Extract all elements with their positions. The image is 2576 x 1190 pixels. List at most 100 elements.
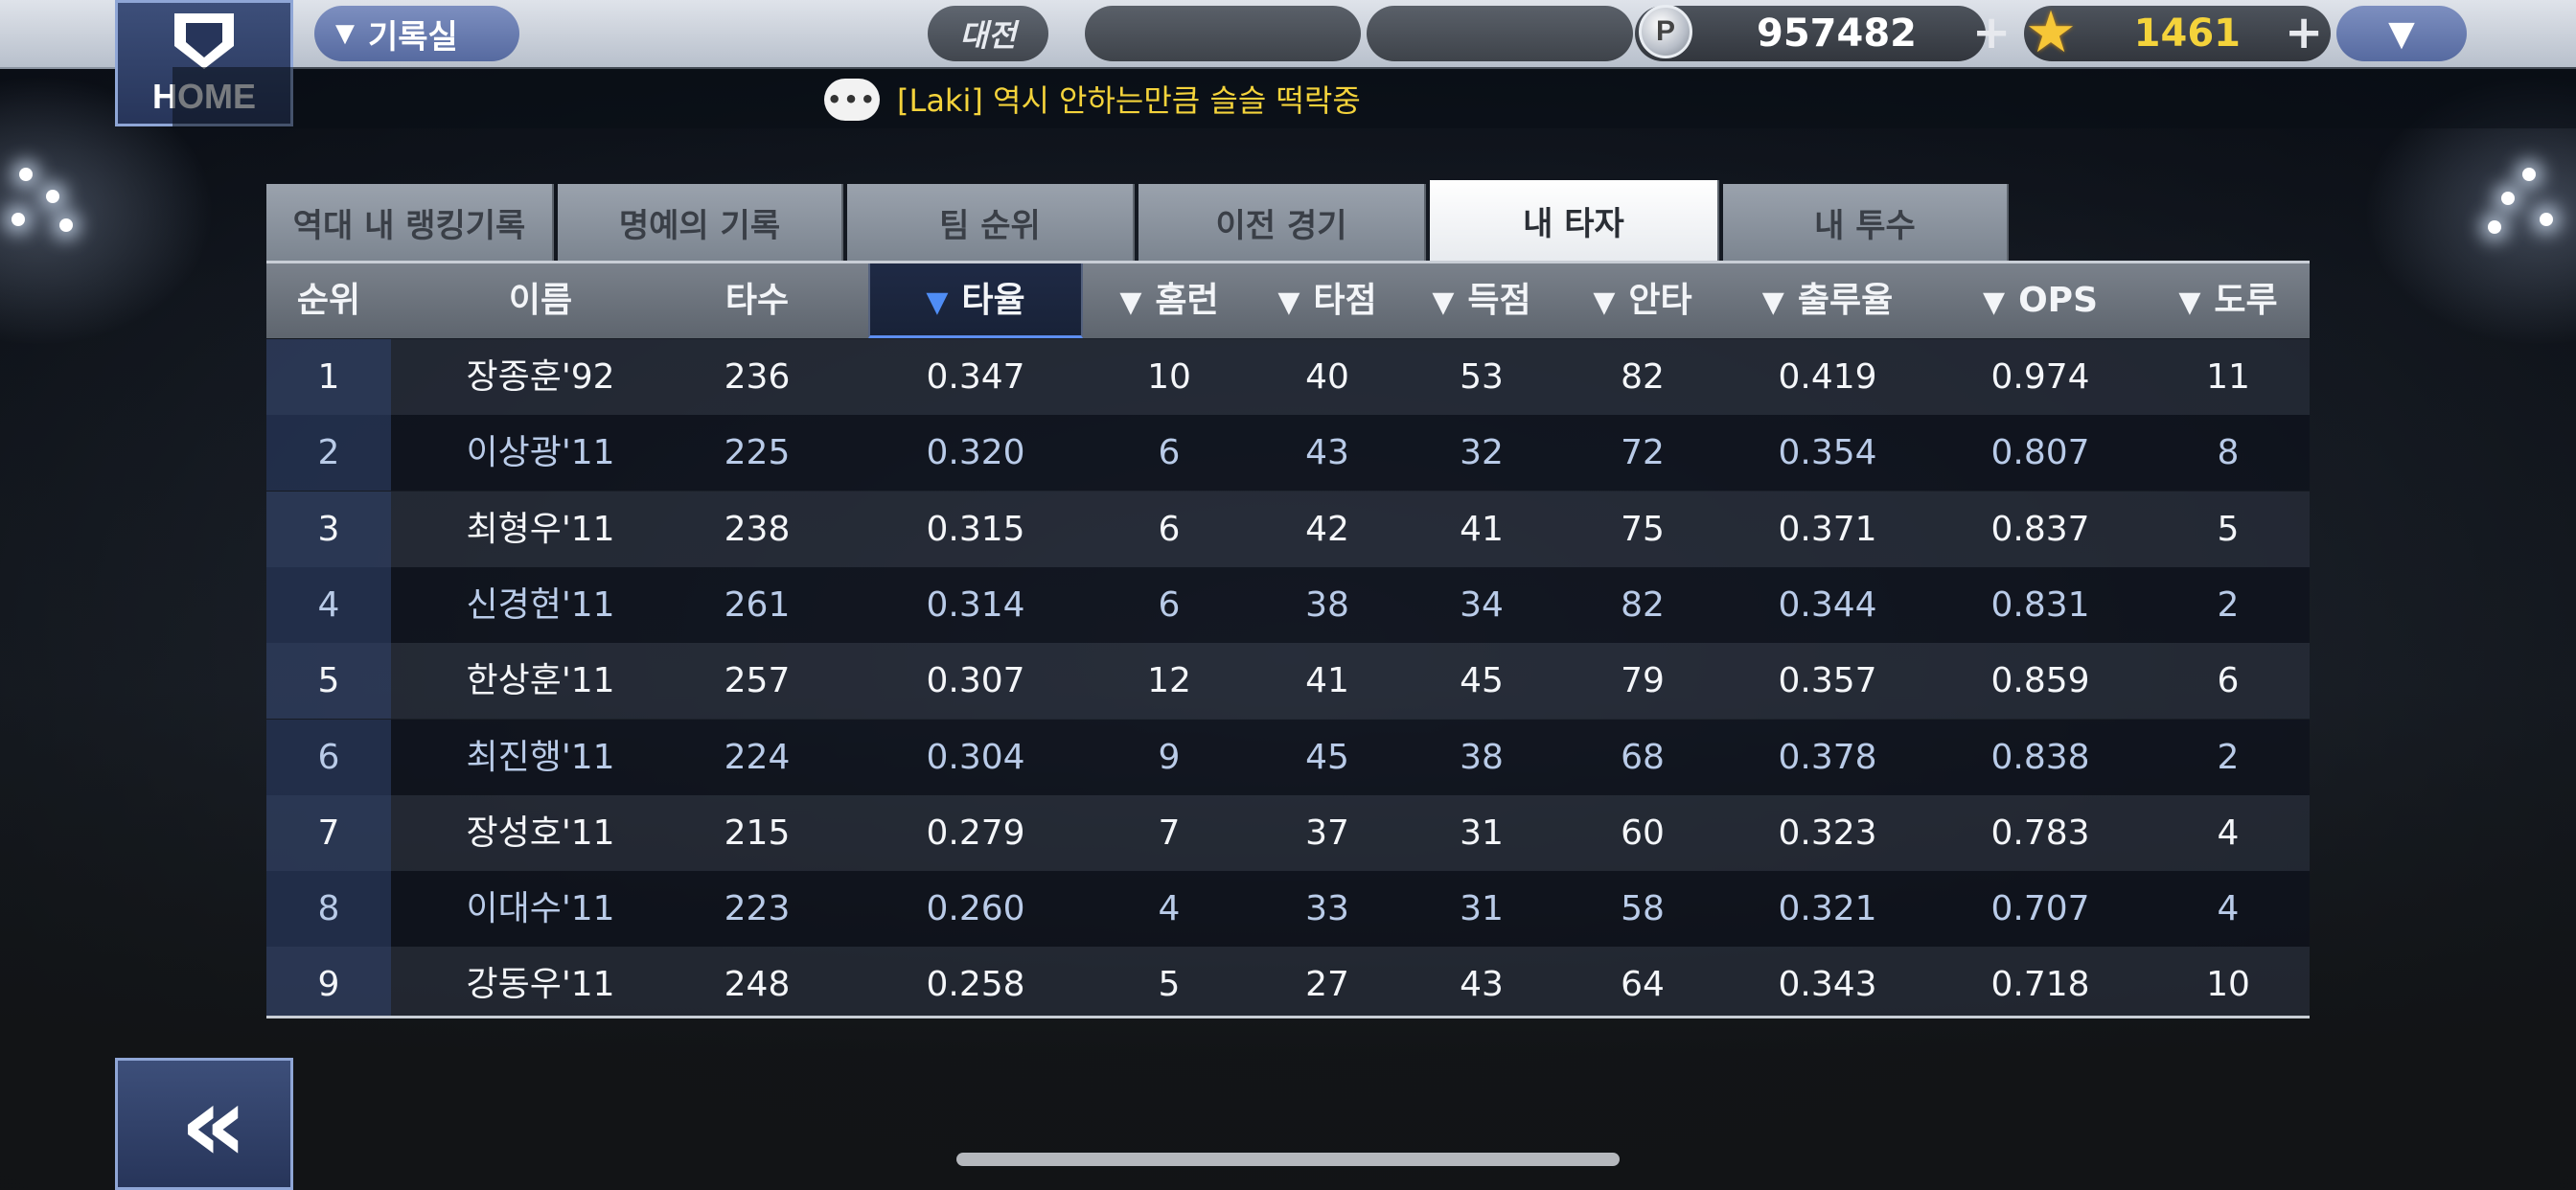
tab-all-time-ranking[interactable]: 역대 내 랭킹기록 (266, 184, 554, 261)
table-row[interactable]: 9 강동우'11 248 0.258 5 27 43 64 0.343 0.718 10 (266, 947, 2310, 1016)
cell-runs: 41 (1460, 509, 1504, 549)
cell-ops: 0.707 (1990, 889, 2090, 929)
cell-runs: 43 (1460, 965, 1504, 1005)
cell-name: 한상훈'11 (466, 661, 615, 701)
chat-bubble-icon: ••• (824, 79, 880, 121)
cell-stolen-bases: 8 (2217, 433, 2240, 473)
cell-rank: 3 (317, 509, 340, 549)
cell-hits: 72 (1621, 433, 1665, 473)
cell-name: 강동우'11 (466, 965, 615, 1005)
cell-name: 신경현'11 (466, 584, 615, 625)
sort-desc-icon: ▼ (926, 286, 949, 319)
table-row[interactable]: 1 장종훈'92 236 0.347 10 40 53 82 0.419 0.974 11 (266, 339, 2310, 415)
home-plate-icon (174, 13, 234, 69)
cell-home-runs: 10 (1147, 357, 1191, 397)
tab-hall-of-fame[interactable]: 명예의 기록 (558, 184, 843, 261)
add-points-button[interactable]: + (1972, 6, 2011, 61)
cell-rank: 6 (317, 737, 340, 777)
header-runs[interactable]: ▼ 득점 (1399, 263, 1564, 338)
cell-stolen-bases: 2 (2217, 737, 2240, 777)
cell-home-runs: 6 (1158, 433, 1181, 473)
cell-home-runs: 5 (1158, 965, 1181, 1005)
triangle-down-icon: ▼ (2388, 13, 2415, 54)
expand-dropdown-button[interactable]: ▼ (2336, 6, 2467, 61)
cell-hits: 60 (1621, 812, 1665, 853)
cell-at-bats: 215 (724, 812, 791, 853)
table-row[interactable]: 4 신경현'11 261 0.314 6 38 34 82 0.344 0.831 2 (266, 566, 2310, 643)
cell-ops: 0.837 (1990, 509, 2090, 549)
cell-rbi: 41 (1305, 661, 1349, 701)
table-row[interactable]: 8 이대수'11 223 0.260 4 33 31 58 0.321 0.707 4 (266, 871, 2310, 948)
cell-obp: 0.354 (1778, 433, 1877, 473)
double-chevron-left-icon: « (179, 1063, 247, 1185)
menu-label: 기록실 (368, 17, 458, 57)
table-row[interactable]: 6 최진행'11 224 0.304 9 45 38 68 0.378 0.838 2 (266, 719, 2310, 795)
cell-rank: 8 (317, 889, 340, 929)
cell-home-runs: 6 (1158, 584, 1181, 625)
table-row[interactable]: 5 한상훈'11 257 0.307 12 41 45 79 0.357 0.859 6 (266, 643, 2310, 720)
tab-my-batters[interactable]: 내 타자 (1430, 180, 1719, 261)
cell-rank: 7 (317, 812, 340, 853)
match-button[interactable]: 대전 (928, 6, 1048, 61)
header-hits[interactable]: ▼ 안타 (1564, 263, 1721, 338)
chat-ticker (172, 67, 2576, 128)
empty-slot (1367, 6, 1633, 61)
cell-stolen-bases: 5 (2217, 509, 2240, 549)
cell-hits: 75 (1621, 509, 1665, 549)
tab-team-standings[interactable]: 팀 순위 (847, 184, 1135, 261)
sort-desc-icon: ▼ (1761, 286, 1784, 319)
menu-dropdown[interactable]: ▼ 기록실 (314, 6, 519, 61)
cell-rbi: 38 (1305, 584, 1349, 625)
cell-runs: 31 (1460, 812, 1504, 853)
header-rbi[interactable]: ▼ 타점 (1255, 263, 1399, 338)
cell-rbi: 43 (1305, 433, 1349, 473)
cell-rbi: 40 (1305, 357, 1349, 397)
tab-previous-games[interactable]: 이전 경기 (1138, 184, 1426, 261)
cell-stolen-bases: 10 (2206, 965, 2250, 1005)
cell-batting-avg: 0.320 (926, 433, 1025, 473)
home-indicator[interactable] (956, 1153, 1620, 1166)
cell-name: 최진행'11 (466, 737, 615, 777)
tab-my-pitchers[interactable]: 내 투수 (1723, 184, 2009, 261)
table-row[interactable]: 3 최형우'11 238 0.315 6 42 41 75 0.371 0.837 5 (266, 491, 2310, 567)
sort-desc-icon: ▼ (2178, 286, 2201, 319)
table-header: 순위 이름 타수 ▼ 타율 ▼ 홈런 ▼ 타점 ▼ 득점 ▼ 안타 ▼ 출루율 ▼ OPS ▼… (266, 261, 2310, 338)
header-name: 이름 (508, 281, 573, 320)
add-stars-button[interactable]: + (2285, 6, 2323, 61)
cell-runs: 53 (1460, 357, 1504, 397)
header-ops[interactable]: ▼ OPS (1934, 263, 2147, 338)
cell-hits: 79 (1621, 661, 1665, 701)
cell-name: 장종훈'92 (466, 357, 615, 397)
cell-stolen-bases: 4 (2217, 812, 2240, 853)
points-coin-icon: P (1639, 5, 1692, 58)
sort-desc-icon: ▼ (1277, 286, 1300, 319)
back-button[interactable]: « (115, 1058, 293, 1190)
header-stolen-bases[interactable]: ▼ 도루 (2147, 263, 2310, 338)
star-icon: ★ (2025, 0, 2077, 66)
stars-amount: 1461 (2133, 11, 2241, 56)
cell-at-bats: 223 (724, 889, 791, 929)
table-row[interactable]: 7 장성호'11 215 0.279 7 37 31 60 0.323 0.783 4 (266, 794, 2310, 871)
cell-at-bats: 261 (724, 584, 791, 625)
header-home-runs[interactable]: ▼ 홈런 (1083, 263, 1255, 338)
header-batting-avg[interactable]: ▼ 타율 (868, 263, 1083, 338)
cell-obp: 0.419 (1778, 357, 1877, 397)
stadium-light (19, 168, 33, 181)
cell-name: 최형우'11 (466, 509, 615, 549)
cell-batting-avg: 0.258 (926, 965, 1025, 1005)
cell-rbi: 37 (1305, 812, 1349, 853)
cell-rank: 2 (317, 433, 340, 473)
points-amount: 957482 (1757, 11, 1917, 56)
cell-at-bats: 238 (724, 509, 791, 549)
cell-ops: 0.807 (1990, 433, 2090, 473)
cell-runs: 34 (1460, 584, 1504, 625)
stadium-light (12, 213, 25, 226)
cell-rbi: 45 (1305, 737, 1349, 777)
empty-slot (1085, 6, 1361, 61)
stadium-light (2501, 192, 2515, 205)
header-obp[interactable]: ▼ 출루율 (1721, 263, 1934, 338)
cell-home-runs: 6 (1158, 509, 1181, 549)
table-row[interactable]: 2 이상광'11 225 0.320 6 43 32 72 0.354 0.807 8 (266, 415, 2310, 492)
cell-batting-avg: 0.347 (926, 357, 1025, 397)
stadium-light (2488, 220, 2501, 234)
